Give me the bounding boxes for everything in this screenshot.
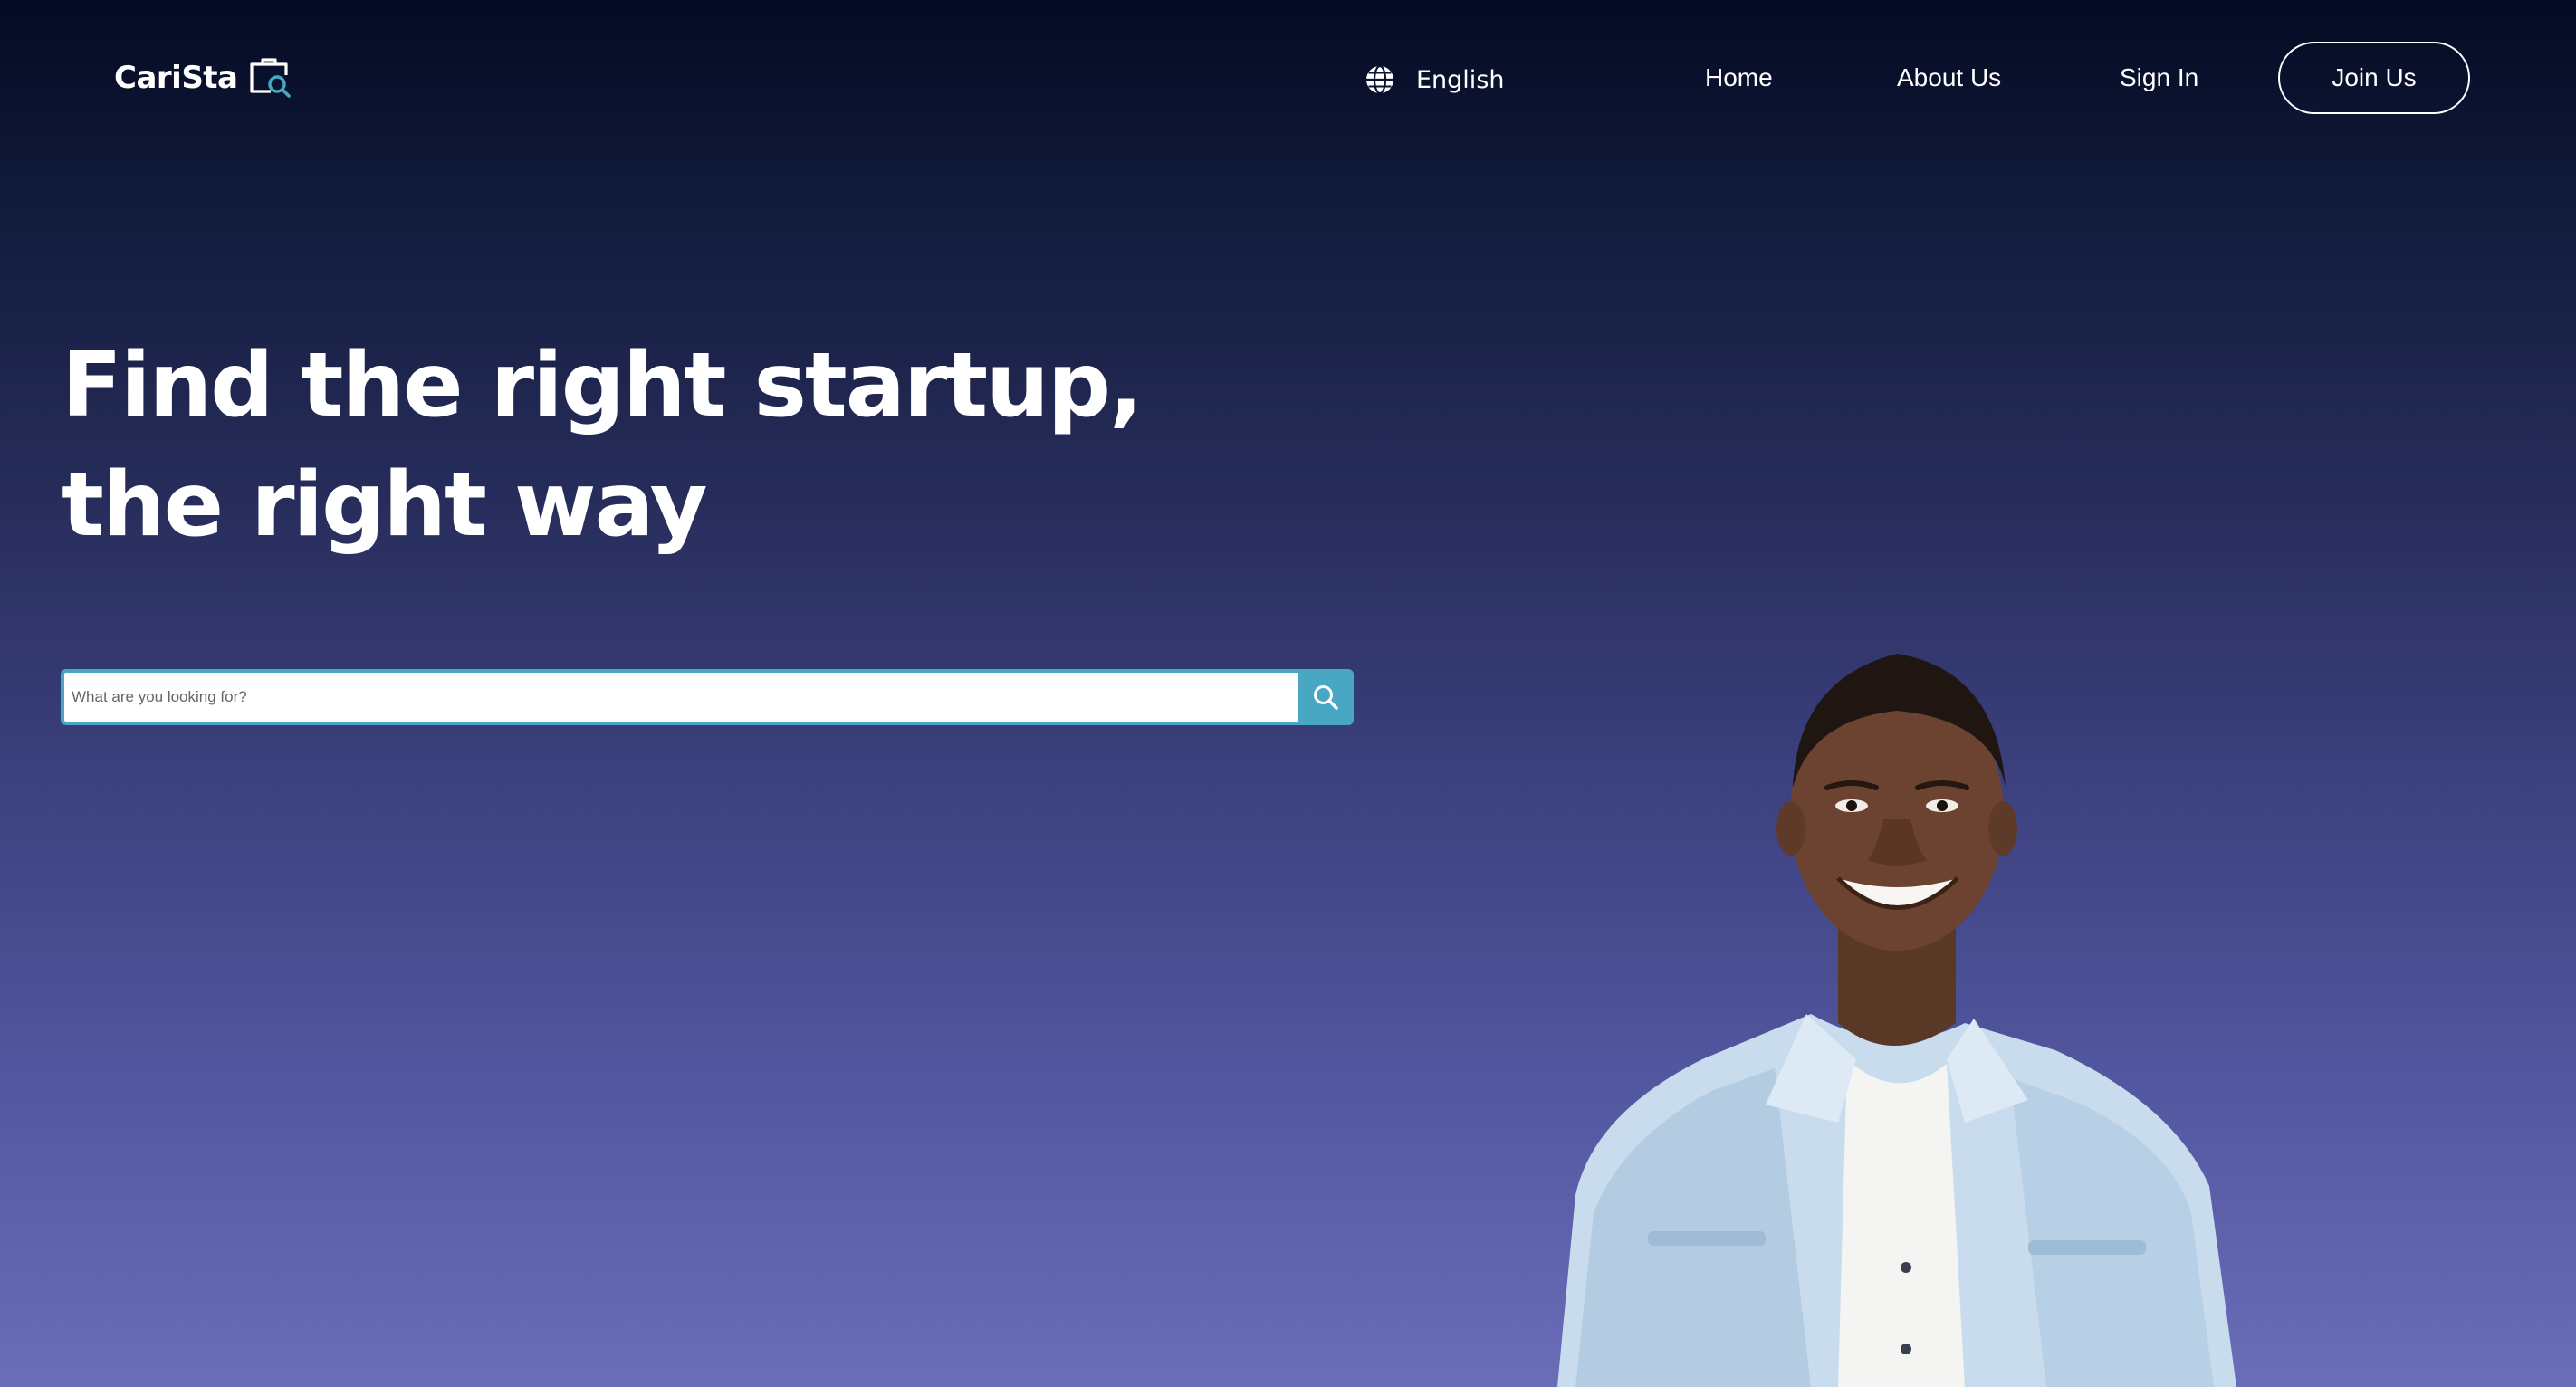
nav-link-sign-in[interactable]: Sign In [2120, 60, 2198, 96]
top-navigation: CariSta English Home About Us Sign In Jo… [0, 0, 2576, 154]
brand-name: CariSta [114, 60, 238, 96]
language-selector[interactable]: English [1364, 58, 1505, 101]
briefcase-search-icon [249, 58, 291, 98]
brand-logo[interactable]: CariSta [114, 51, 292, 105]
search-button[interactable] [1298, 669, 1354, 725]
search-bar [61, 669, 1354, 725]
hero-headline: Find the right startup, the right way [62, 326, 1239, 565]
globe-icon [1366, 64, 1393, 95]
hero-person-photo [1557, 654, 2236, 1387]
language-label: English [1416, 65, 1505, 94]
hero-headline-line-1: Find the right startup, [62, 334, 1143, 437]
nav-link-home[interactable]: Home [1705, 60, 1773, 96]
hero-headline-line-2: the right way [62, 454, 708, 557]
search-input[interactable] [61, 669, 1298, 725]
nav-link-about-us[interactable]: About Us [1897, 60, 2001, 96]
search-icon [1314, 685, 1338, 710]
join-us-button[interactable]: Join Us [2278, 42, 2470, 114]
